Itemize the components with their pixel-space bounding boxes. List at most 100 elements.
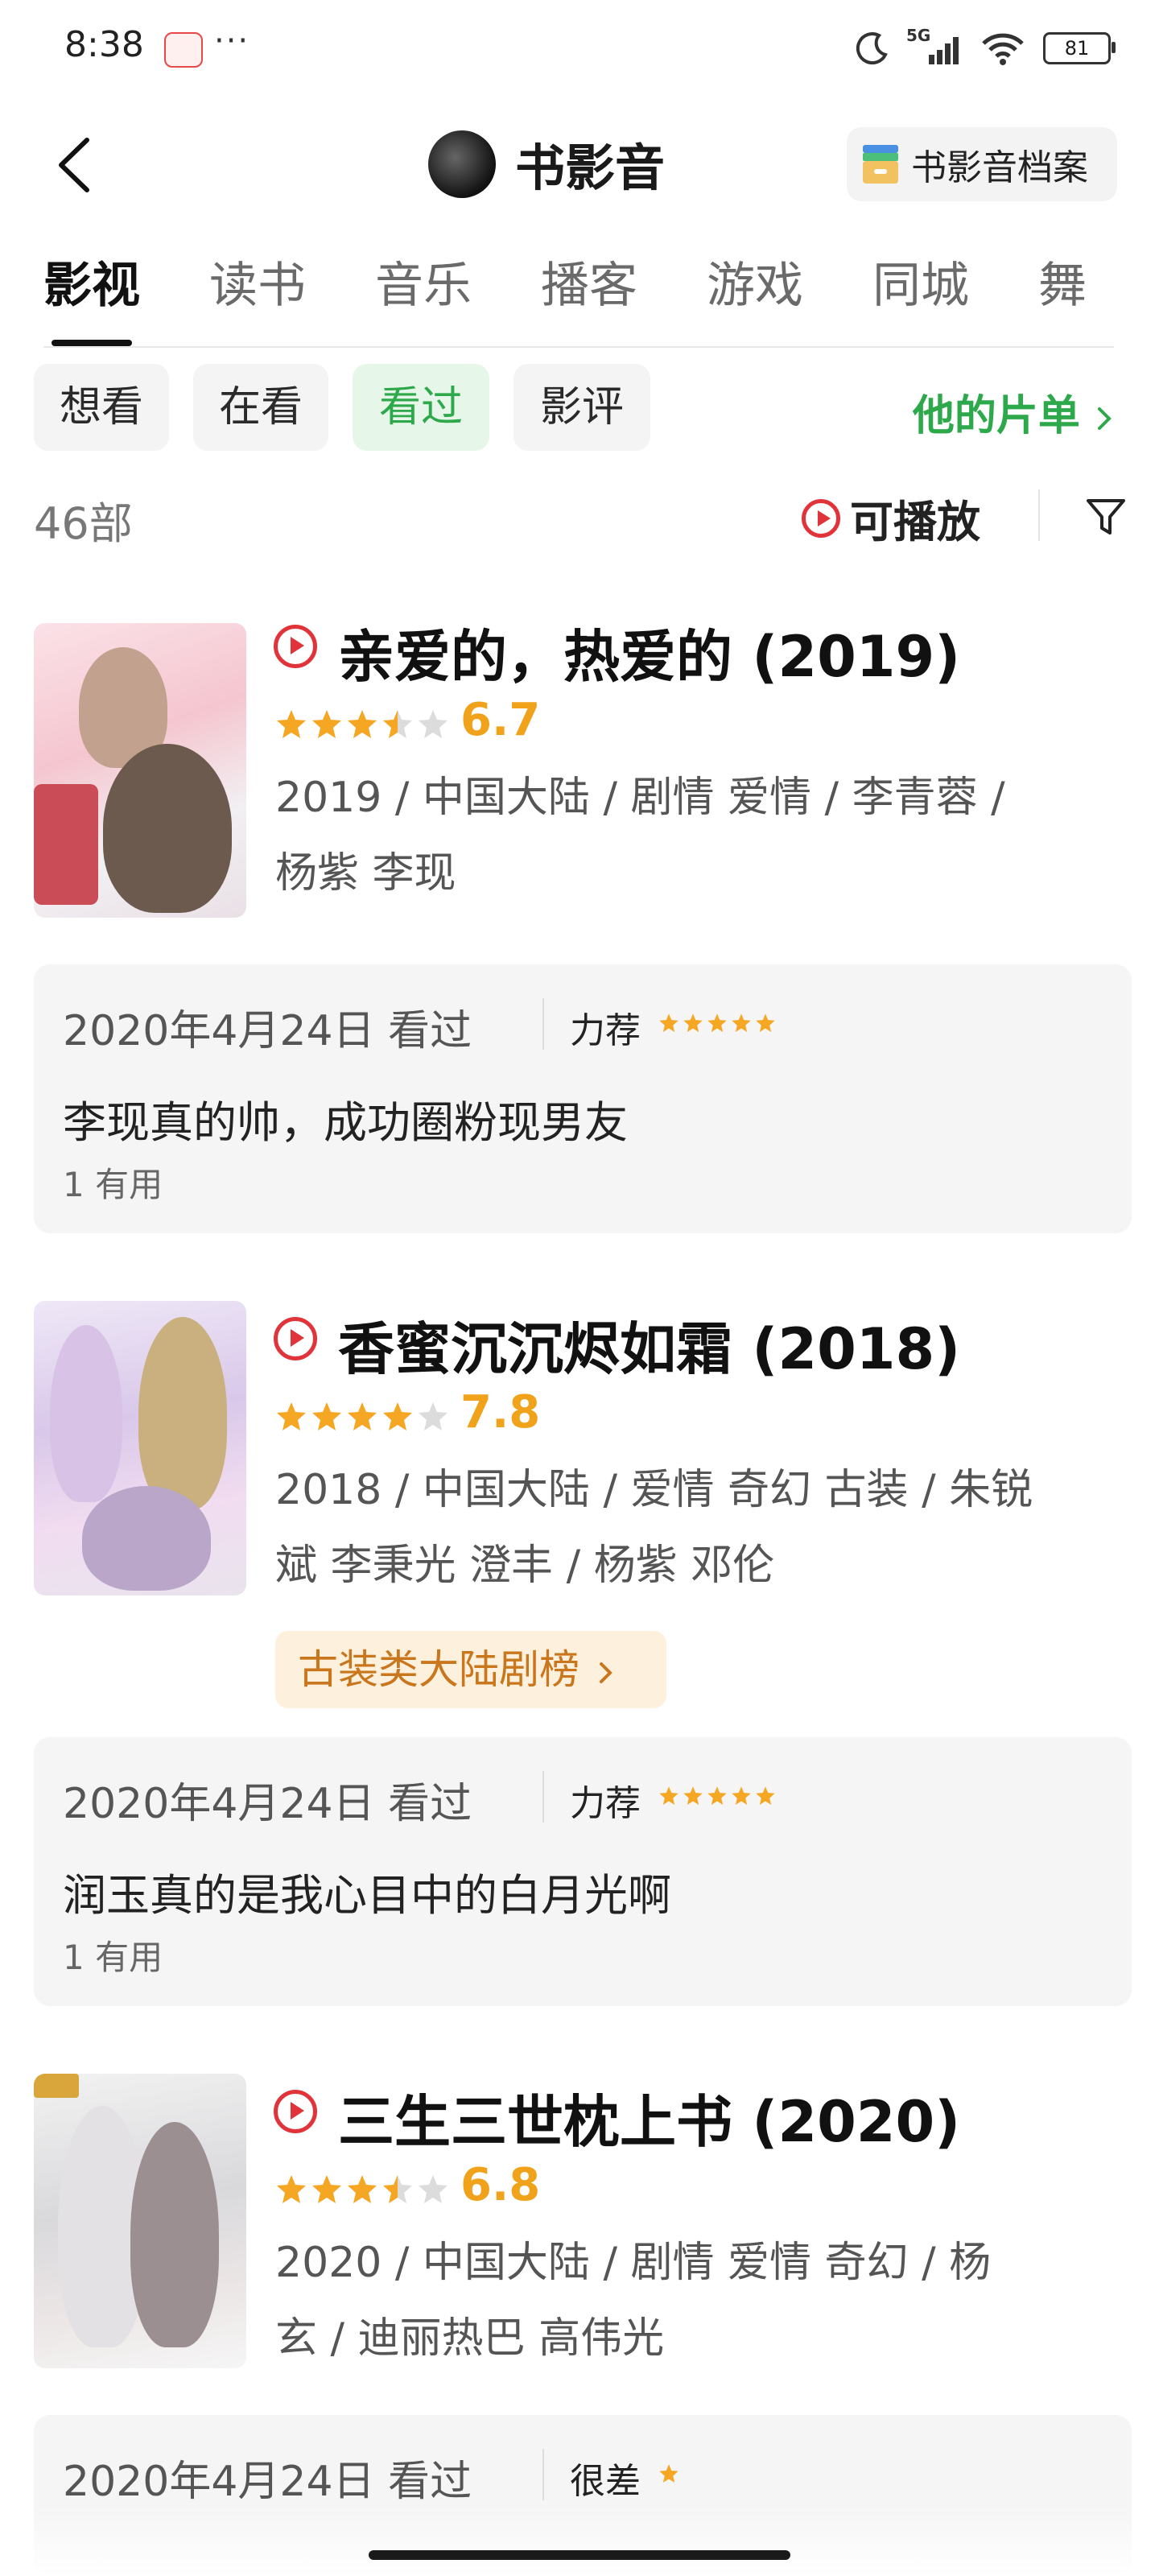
divider bbox=[542, 998, 544, 1050]
star-full-icon bbox=[659, 2464, 678, 2483]
status-time: 8:38 bbox=[64, 24, 144, 65]
tab-local[interactable]: 同城 bbox=[872, 250, 969, 345]
movie-title[interactable]: 亲爱的，热爱的 (2019) bbox=[338, 612, 960, 693]
page-title: 书影音 bbox=[515, 138, 666, 197]
review-stars bbox=[658, 1785, 776, 1806]
divider bbox=[542, 1771, 544, 1823]
star-full-icon bbox=[348, 710, 377, 738]
tab-film[interactable]: 影视 bbox=[43, 250, 140, 346]
movie-poster[interactable] bbox=[34, 623, 246, 918]
movie-poster[interactable] bbox=[34, 1301, 246, 1596]
movie-score: 6.8 bbox=[460, 2159, 541, 2211]
movie-play-icon[interactable] bbox=[274, 1317, 317, 1360]
star-full-icon bbox=[348, 1402, 377, 1430]
category-tabs: 影视 读书 音乐 播客 游戏 同城 舞 bbox=[43, 250, 1114, 348]
star-full-icon bbox=[277, 710, 306, 738]
star-full-icon bbox=[659, 1013, 678, 1033]
movie-poster[interactable] bbox=[34, 2074, 246, 2368]
status-icons: 5G 81 bbox=[855, 24, 1116, 72]
bottom-fade bbox=[0, 2504, 1159, 2576]
star-full-icon bbox=[348, 2175, 377, 2203]
review-date: 2020年4月24日 看过 bbox=[63, 1007, 472, 1055]
star-half-icon bbox=[383, 2175, 412, 2203]
movie-meta: 2019 / 中国大陆 / 剧情 爱情 / 李青蓉 / 杨紫 李现 bbox=[275, 760, 1104, 911]
item-count: 46部 bbox=[34, 498, 133, 549]
playable-filter[interactable]: 可播放 bbox=[802, 486, 980, 550]
star-full-icon bbox=[383, 1402, 412, 1430]
review-stars bbox=[658, 1013, 776, 1034]
star-full-icon bbox=[756, 1013, 775, 1033]
star-full-icon bbox=[312, 2175, 341, 2203]
movie-title[interactable]: 香蜜沉沉烬如霜 (2018) bbox=[338, 1304, 960, 1385]
star-rating bbox=[275, 708, 449, 741]
app-notification-icon bbox=[164, 32, 203, 68]
star-full-icon bbox=[312, 710, 341, 738]
filter-reviews[interactable]: 影评 bbox=[514, 364, 650, 451]
star-full-icon bbox=[732, 1786, 751, 1806]
review-useful-count[interactable]: 1 有用 bbox=[63, 1158, 163, 1207]
review-date: 2020年4月24日 看过 bbox=[63, 1780, 472, 1828]
moon-icon bbox=[856, 32, 888, 65]
review-date: 2020年4月24日 看过 bbox=[63, 2458, 472, 2506]
user-avatar[interactable] bbox=[428, 130, 496, 198]
star-empty-icon bbox=[419, 2175, 448, 2203]
star-full-icon bbox=[756, 1786, 775, 1806]
review-stars bbox=[658, 2463, 679, 2484]
filter-watched[interactable]: 看过 bbox=[353, 364, 489, 451]
ranking-label: 古装类大陆剧榜 bbox=[298, 1646, 580, 1693]
review-card[interactable]: 2020年4月24日 看过 力荐 李现真的帅，成功圈粉现男友 1 有用 bbox=[34, 964, 1132, 1233]
movie-play-icon[interactable] bbox=[274, 2090, 317, 2133]
battery-icon: 81 bbox=[1043, 32, 1116, 64]
home-indicator[interactable] bbox=[369, 2550, 790, 2560]
star-full-icon bbox=[707, 1013, 727, 1033]
star-full-icon bbox=[659, 1786, 678, 1806]
divider bbox=[1038, 489, 1040, 541]
filter-watching[interactable]: 在看 bbox=[193, 364, 328, 451]
tab-music[interactable]: 音乐 bbox=[375, 250, 472, 345]
tab-games[interactable]: 游戏 bbox=[707, 250, 803, 345]
funnel-filter-icon[interactable] bbox=[1083, 494, 1128, 539]
archive-label: 书影音档案 bbox=[911, 147, 1088, 188]
review-text: 李现真的帅，成功圈粉现男友 bbox=[63, 1097, 628, 1148]
movie-meta: 2018 / 中国大陆 / 爱情 奇幻 古装 / 朱锐 斌 李秉光 澄丰 / 杨… bbox=[275, 1452, 1104, 1604]
wifi-icon bbox=[982, 33, 1024, 65]
play-icon bbox=[802, 498, 840, 538]
divider bbox=[542, 2449, 544, 2500]
filter-want[interactable]: 想看 bbox=[34, 364, 169, 451]
star-empty-icon bbox=[419, 1402, 448, 1430]
tab-podcast[interactable]: 播客 bbox=[541, 250, 637, 345]
review-rating-label: 很差 bbox=[570, 2461, 641, 2502]
his-list-link[interactable]: 他的片单 bbox=[913, 382, 1114, 442]
review-card[interactable]: 2020年4月24日 看过 力荐 润玉真的是我心目中的白月光啊 1 有用 bbox=[34, 1737, 1132, 2006]
movie-meta-line: 2020 / 中国大陆 / 剧情 爱情 奇幻 / 杨 bbox=[275, 2239, 992, 2287]
review-useful-count[interactable]: 1 有用 bbox=[63, 1930, 163, 1979]
movie-meta: 2020 / 中国大陆 / 剧情 爱情 奇幻 / 杨 玄 / 迪丽热巴 高伟光 bbox=[275, 2225, 1104, 2376]
movie-title[interactable]: 三生三世枕上书 (2020) bbox=[338, 2077, 960, 2158]
movie-meta-line: 2018 / 中国大陆 / 爱情 奇幻 古装 / 朱锐 bbox=[275, 1466, 1033, 1514]
movie-score: 6.7 bbox=[460, 694, 541, 746]
star-full-icon bbox=[732, 1013, 751, 1033]
tab-dance[interactable]: 舞 bbox=[1038, 250, 1087, 345]
chevron-right-icon bbox=[1098, 407, 1112, 430]
tab-books[interactable]: 读书 bbox=[209, 250, 306, 345]
star-full-icon bbox=[707, 1786, 727, 1806]
movie-play-icon[interactable] bbox=[274, 625, 317, 668]
tabs-fade bbox=[1096, 242, 1159, 346]
star-full-icon bbox=[312, 1402, 341, 1430]
more-notifications-icon: ··· bbox=[214, 23, 250, 60]
star-full-icon bbox=[683, 1786, 703, 1806]
movie-meta-line: 斌 李秉光 澄丰 / 杨紫 邓伦 bbox=[275, 1542, 775, 1590]
movie-meta-line: 杨紫 李现 bbox=[275, 849, 456, 898]
back-button[interactable] bbox=[48, 129, 105, 201]
chevron-right-icon bbox=[599, 1662, 612, 1683]
archive-box-icon bbox=[863, 145, 898, 184]
star-full-icon bbox=[277, 1402, 306, 1430]
ranking-badge[interactable]: 古装类大陆剧榜 bbox=[275, 1631, 666, 1708]
star-rating bbox=[275, 2174, 449, 2206]
playable-label: 可播放 bbox=[850, 497, 980, 547]
movie-meta-line: 2019 / 中国大陆 / 剧情 爱情 / 李青蓉 / bbox=[275, 774, 1005, 822]
star-empty-icon bbox=[419, 710, 448, 738]
signal-icon: 5G bbox=[906, 26, 963, 66]
archive-button[interactable]: 书影音档案 bbox=[847, 127, 1117, 201]
star-rating bbox=[275, 1401, 449, 1433]
